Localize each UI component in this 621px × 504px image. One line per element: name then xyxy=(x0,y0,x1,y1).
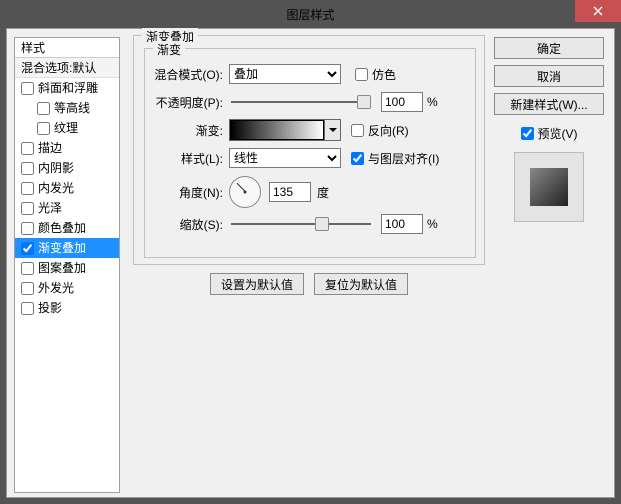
reverse-input[interactable] xyxy=(351,124,364,137)
scale-slider[interactable] xyxy=(231,223,371,225)
style-checkbox[interactable] xyxy=(21,142,34,155)
style-item-label: 内阴影 xyxy=(38,158,74,178)
reverse-label: 反向(R) xyxy=(368,122,409,139)
preview-label: 预览(V) xyxy=(538,125,578,142)
style-item-0[interactable]: 斜面和浮雕 xyxy=(15,78,119,98)
style-select[interactable]: 线性 xyxy=(229,148,341,168)
style-item-7[interactable]: 颜色叠加 xyxy=(15,218,119,238)
opacity-slider[interactable] xyxy=(231,101,371,103)
blend-mode-label: 混合模式(O): xyxy=(145,66,229,83)
blend-mode-select[interactable]: 叠加 xyxy=(229,64,341,84)
right-column: 确定 取消 新建样式(W)... 预览(V) xyxy=(494,37,604,222)
styles-header[interactable]: 样式 xyxy=(15,38,119,58)
preview-checkbox[interactable]: 预览(V) xyxy=(521,125,578,142)
style-checkbox[interactable] xyxy=(21,162,34,175)
style-item-label: 投影 xyxy=(38,298,62,318)
close-icon xyxy=(593,6,603,16)
style-item-label: 渐变叠加 xyxy=(38,238,86,258)
style-checkbox[interactable] xyxy=(21,202,34,215)
align-label: 与图层对齐(I) xyxy=(368,150,439,167)
style-item-9[interactable]: 图案叠加 xyxy=(15,258,119,278)
style-item-4[interactable]: 内阴影 xyxy=(15,158,119,178)
style-checkbox[interactable] xyxy=(21,242,34,255)
style-item-5[interactable]: 内发光 xyxy=(15,178,119,198)
style-item-label: 颜色叠加 xyxy=(38,218,86,238)
gradient-swatch[interactable] xyxy=(230,120,324,140)
style-checkbox[interactable] xyxy=(21,262,34,275)
inner-group-title: 渐变 xyxy=(153,41,185,58)
opacity-unit: % xyxy=(423,95,438,109)
angle-input[interactable] xyxy=(269,182,311,202)
style-checkbox[interactable] xyxy=(21,182,34,195)
style-item-label: 图案叠加 xyxy=(38,258,86,278)
styles-subheader[interactable]: 混合选项:默认 xyxy=(15,58,119,78)
style-checkbox[interactable] xyxy=(21,82,34,95)
style-item-6[interactable]: 光泽 xyxy=(15,198,119,218)
new-style-button[interactable]: 新建样式(W)... xyxy=(494,93,604,115)
style-item-1[interactable]: 等高线 xyxy=(15,98,119,118)
chevron-down-icon xyxy=(329,126,337,134)
angle-dial[interactable] xyxy=(229,176,261,208)
align-checkbox[interactable]: 与图层对齐(I) xyxy=(351,150,439,167)
scale-input[interactable] xyxy=(381,214,423,234)
preview-box xyxy=(514,152,584,222)
style-item-label: 等高线 xyxy=(54,98,90,118)
opacity-label: 不透明度(P): xyxy=(145,94,229,111)
cancel-button[interactable]: 取消 xyxy=(494,65,604,87)
preview-input[interactable] xyxy=(521,127,534,140)
dialog-body: 样式 混合选项:默认 斜面和浮雕等高线纹理描边内阴影内发光光泽颜色叠加渐变叠加图… xyxy=(6,28,615,498)
styles-panel: 样式 混合选项:默认 斜面和浮雕等高线纹理描边内阴影内发光光泽颜色叠加渐变叠加图… xyxy=(14,37,120,493)
style-checkbox[interactable] xyxy=(21,222,34,235)
style-item-label: 描边 xyxy=(38,138,62,158)
style-checkbox[interactable] xyxy=(37,102,50,115)
style-item-label: 斜面和浮雕 xyxy=(38,78,98,98)
style-checkbox[interactable] xyxy=(21,282,34,295)
style-checkbox[interactable] xyxy=(37,122,50,135)
angle-unit: 度 xyxy=(311,184,329,201)
close-button[interactable] xyxy=(575,0,621,22)
style-label: 样式(L): xyxy=(145,150,229,167)
style-item-2[interactable]: 纹理 xyxy=(15,118,119,138)
dither-input[interactable] xyxy=(355,68,368,81)
defaults-row: 设置为默认值 复位为默认值 xyxy=(133,273,485,295)
style-item-3[interactable]: 描边 xyxy=(15,138,119,158)
scale-unit: % xyxy=(423,217,438,231)
make-default-button[interactable]: 设置为默认值 xyxy=(210,273,304,295)
gradient-overlay-group: 渐变叠加 渐变 混合模式(O): 叠加 仿色 不透明度(P): % xyxy=(133,35,485,265)
angle-label: 角度(N): xyxy=(145,184,229,201)
style-item-label: 纹理 xyxy=(54,118,78,138)
align-input[interactable] xyxy=(351,152,364,165)
gradient-inner-group: 渐变 混合模式(O): 叠加 仿色 不透明度(P): % xyxy=(144,48,476,258)
style-item-11[interactable]: 投影 xyxy=(15,298,119,318)
style-item-8[interactable]: 渐变叠加 xyxy=(15,238,119,258)
reverse-checkbox[interactable]: 反向(R) xyxy=(351,122,409,139)
preview-swatch xyxy=(530,168,568,206)
gradient-picker[interactable] xyxy=(229,119,341,141)
scale-label: 缩放(S): xyxy=(145,216,229,233)
style-item-10[interactable]: 外发光 xyxy=(15,278,119,298)
style-item-label: 外发光 xyxy=(38,278,74,298)
ok-button[interactable]: 确定 xyxy=(494,37,604,59)
angle-center-dot xyxy=(244,191,247,194)
reset-default-button[interactable]: 复位为默认值 xyxy=(314,273,408,295)
dither-checkbox[interactable]: 仿色 xyxy=(355,66,396,83)
titlebar: 图层样式 xyxy=(0,0,621,28)
dither-label: 仿色 xyxy=(372,66,396,83)
style-item-label: 内发光 xyxy=(38,178,74,198)
gradient-dropdown-button[interactable] xyxy=(324,120,340,140)
style-checkbox[interactable] xyxy=(21,302,34,315)
opacity-input[interactable] xyxy=(381,92,423,112)
style-item-label: 光泽 xyxy=(38,198,62,218)
window-title: 图层样式 xyxy=(286,6,334,23)
gradient-label: 渐变: xyxy=(145,122,229,139)
